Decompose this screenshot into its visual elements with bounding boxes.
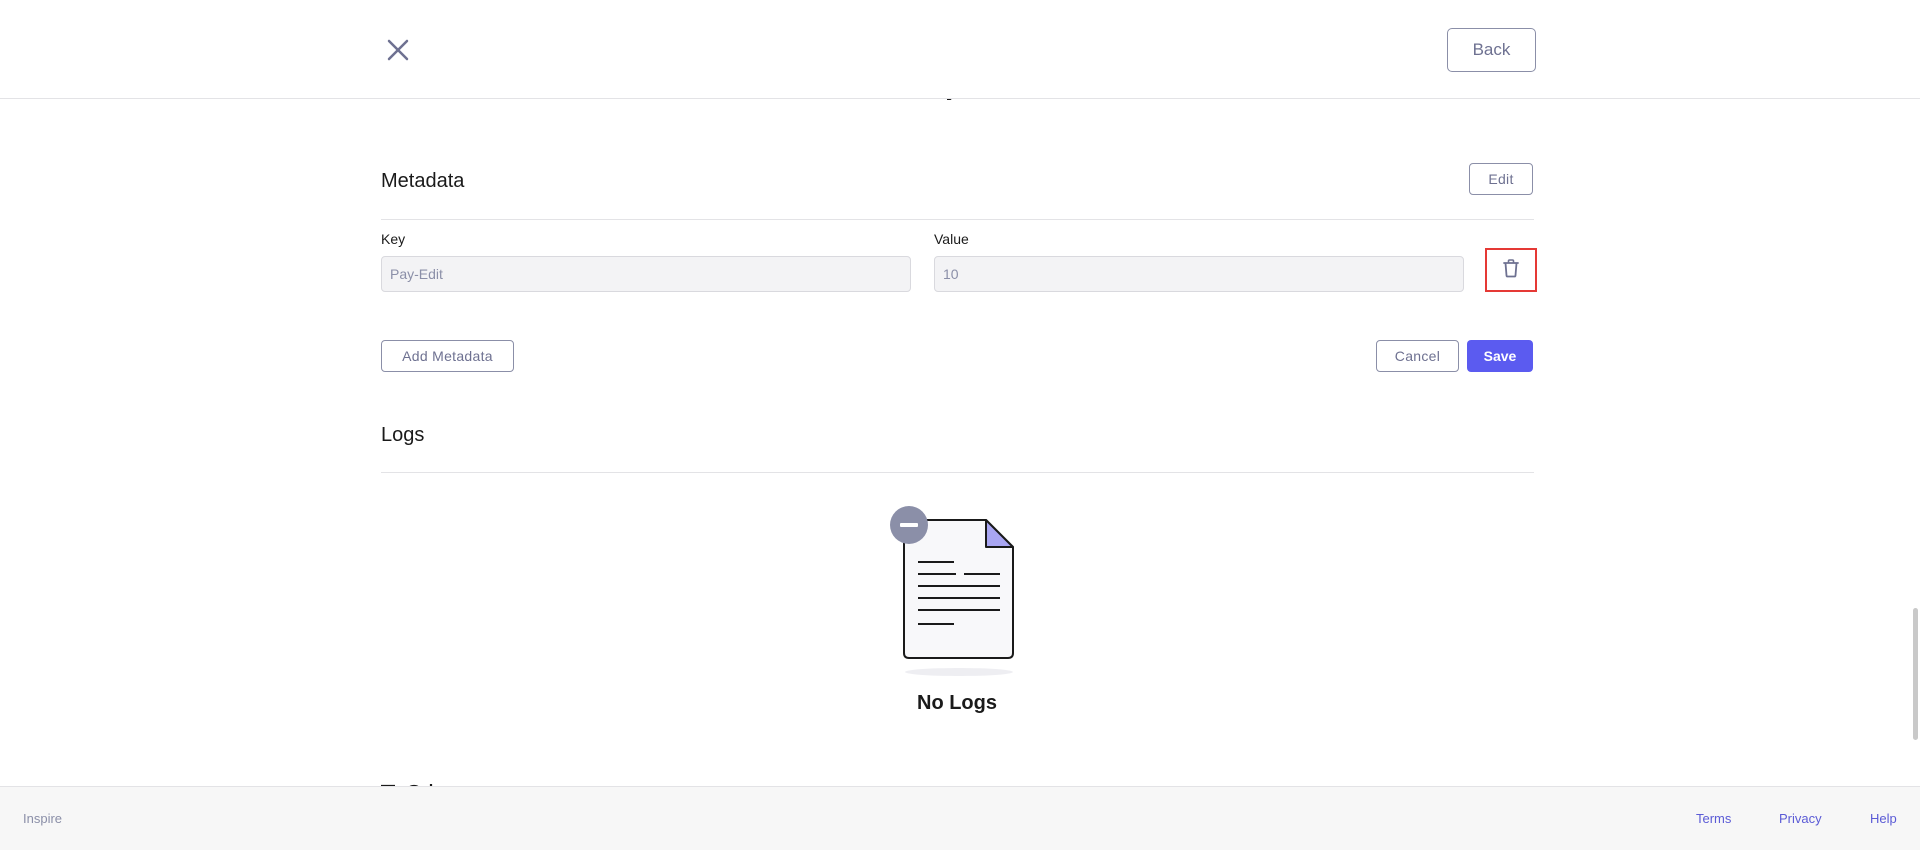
empty-document-icon [886, 500, 1016, 680]
back-button[interactable]: Back [1447, 28, 1536, 72]
close-icon[interactable] [383, 35, 413, 65]
metadata-title: Metadata [381, 170, 465, 192]
no-logs-text: No Logs [917, 692, 997, 714]
metadata-key-input[interactable] [381, 256, 911, 292]
save-button[interactable]: Save [1467, 340, 1533, 372]
footer: Inspire Terms Privacy Help [0, 786, 1920, 850]
value-label: Value [934, 231, 969, 247]
footer-link-terms[interactable]: Terms [1696, 811, 1731, 826]
top-bar: Back [0, 0, 1920, 99]
delete-metadata-button[interactable] [1485, 248, 1537, 292]
edit-metadata-button[interactable]: Edit [1469, 163, 1533, 195]
trash-icon [1500, 257, 1522, 284]
page-scrollbar[interactable] [1913, 608, 1918, 740]
footer-link-privacy[interactable]: Privacy [1779, 811, 1822, 826]
logs-title: Logs [381, 424, 425, 446]
add-metadata-button[interactable]: Add Metadata [381, 340, 514, 372]
logs-divider [381, 472, 1534, 473]
cancel-button[interactable]: Cancel [1376, 340, 1459, 372]
metadata-value-input[interactable] [934, 256, 1464, 292]
key-label: Key [381, 231, 406, 247]
footer-link-help[interactable]: Help [1870, 811, 1897, 826]
metadata-divider [381, 219, 1534, 220]
footer-brand: Inspire [23, 811, 63, 826]
